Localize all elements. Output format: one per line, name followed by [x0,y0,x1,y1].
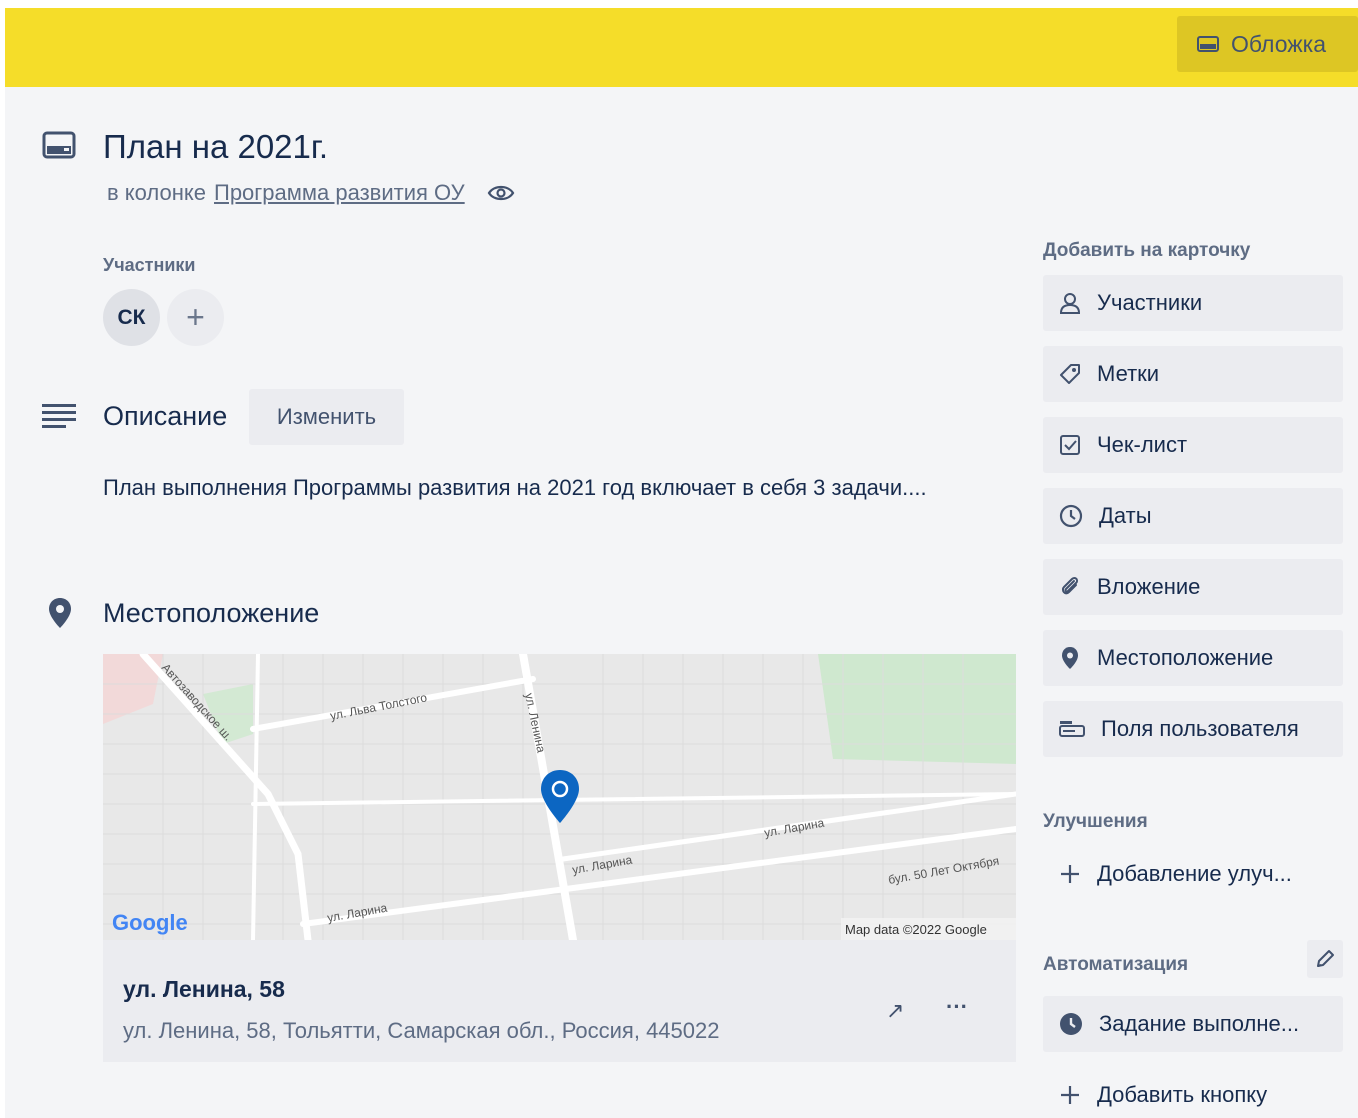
sidebar-attachment-button[interactable]: Вложение [1043,559,1343,615]
card-icon [42,131,76,159]
sidebar-labels-button[interactable]: Метки [1043,346,1343,402]
sidebar-custom-fields-button[interactable]: Поля пользователя [1043,701,1343,757]
cover-icon [1197,36,1219,52]
pencil-icon [1317,950,1334,967]
sidebar-checklist-button[interactable]: Чек-лист [1043,417,1343,473]
add-member-button[interactable]: + [167,289,224,346]
automation-task-button[interactable]: Задание выполне... [1043,996,1343,1052]
more-options-icon[interactable]: ··· [946,994,968,1020]
automation-heading: Автоматизация [1043,954,1189,975]
avatar[interactable]: СК [103,289,160,346]
card-cover: Обложка [5,8,1358,87]
powerups-heading: Улучшения [1043,811,1148,832]
list-name-link[interactable]: Программа развития ОУ [214,180,465,206]
sidebar-location-button[interactable]: Местоположение [1043,630,1343,686]
clock-icon [1059,504,1083,528]
location-pin-icon [49,598,71,628]
paperclip-icon [1061,576,1079,595]
sidebar-item-label: Местоположение [1097,645,1274,670]
description-text[interactable]: План выполнения Программы развития на 20… [103,470,933,506]
map-graphic: ул. Льва Толстого ул. Ленина Автозаводск… [103,654,1016,940]
location-details: ул. Ленина, 58 ул. Ленина, 58, Тольятти,… [103,940,1016,1062]
clock-filled-icon [1060,1013,1082,1035]
sidebar-item-label: Чек-лист [1097,432,1188,457]
person-icon [1059,293,1081,314]
add-powerup-button[interactable]: Добавление улуч... [1043,846,1343,902]
add-button-label: Добавить кнопку [1097,1082,1268,1107]
sidebar-dates-button[interactable]: Даты [1043,488,1343,544]
card-modal: Обложка План на 2021г. в колонке Програм… [5,8,1358,1118]
add-button-button[interactable]: Добавить кнопку [1043,1067,1343,1118]
location-heading: Местоположение [103,598,320,628]
plus-icon [1061,865,1079,883]
plus-icon [1061,1086,1079,1104]
edit-automation-button[interactable] [1307,940,1343,978]
cover-button[interactable]: Обложка [1177,16,1358,72]
edit-description-button[interactable]: Изменить [249,389,404,445]
sidebar-members-button[interactable]: Участники [1043,275,1343,331]
map-attribution: Map data ©2022 Google [845,922,987,937]
cover-button-label: Обложка [1231,30,1326,57]
description-heading: Описание [103,401,228,431]
place-address: ул. Ленина, 58, Тольятти, Самарская обл.… [123,1018,720,1043]
google-logo: Google [112,910,188,935]
sidebar-item-label: Даты [1099,503,1152,528]
checklist-icon [1060,435,1080,455]
add-powerup-label: Добавление улуч... [1097,861,1292,886]
add-to-card-heading: Добавить на карточку [1043,240,1251,261]
open-map-icon[interactable]: ↗ [886,998,904,1024]
in-list-prefix: в колонке [107,180,206,205]
sidebar-item-label: Участники [1097,290,1203,315]
place-name: ул. Ленина, 58 [123,976,285,1002]
sidebar-item-label: Метки [1097,361,1160,386]
tag-icon [1060,364,1080,384]
eye-icon[interactable] [487,183,515,203]
card-title[interactable]: План на 2021г. [103,128,328,166]
in-list-line: в колонке Программа развития ОУ [107,180,515,206]
members-heading: Участники [103,255,196,275]
description-icon [42,404,76,428]
automation-item-label: Задание выполне... [1099,1011,1300,1036]
sidebar-item-label: Вложение [1097,574,1201,599]
custom-fields-icon [1059,721,1085,737]
location-pin-icon [1062,647,1078,669]
sidebar-item-label: Поля пользователя [1101,716,1299,741]
location-map[interactable]: ул. Льва Толстого ул. Ленина Автозаводск… [103,654,1016,940]
